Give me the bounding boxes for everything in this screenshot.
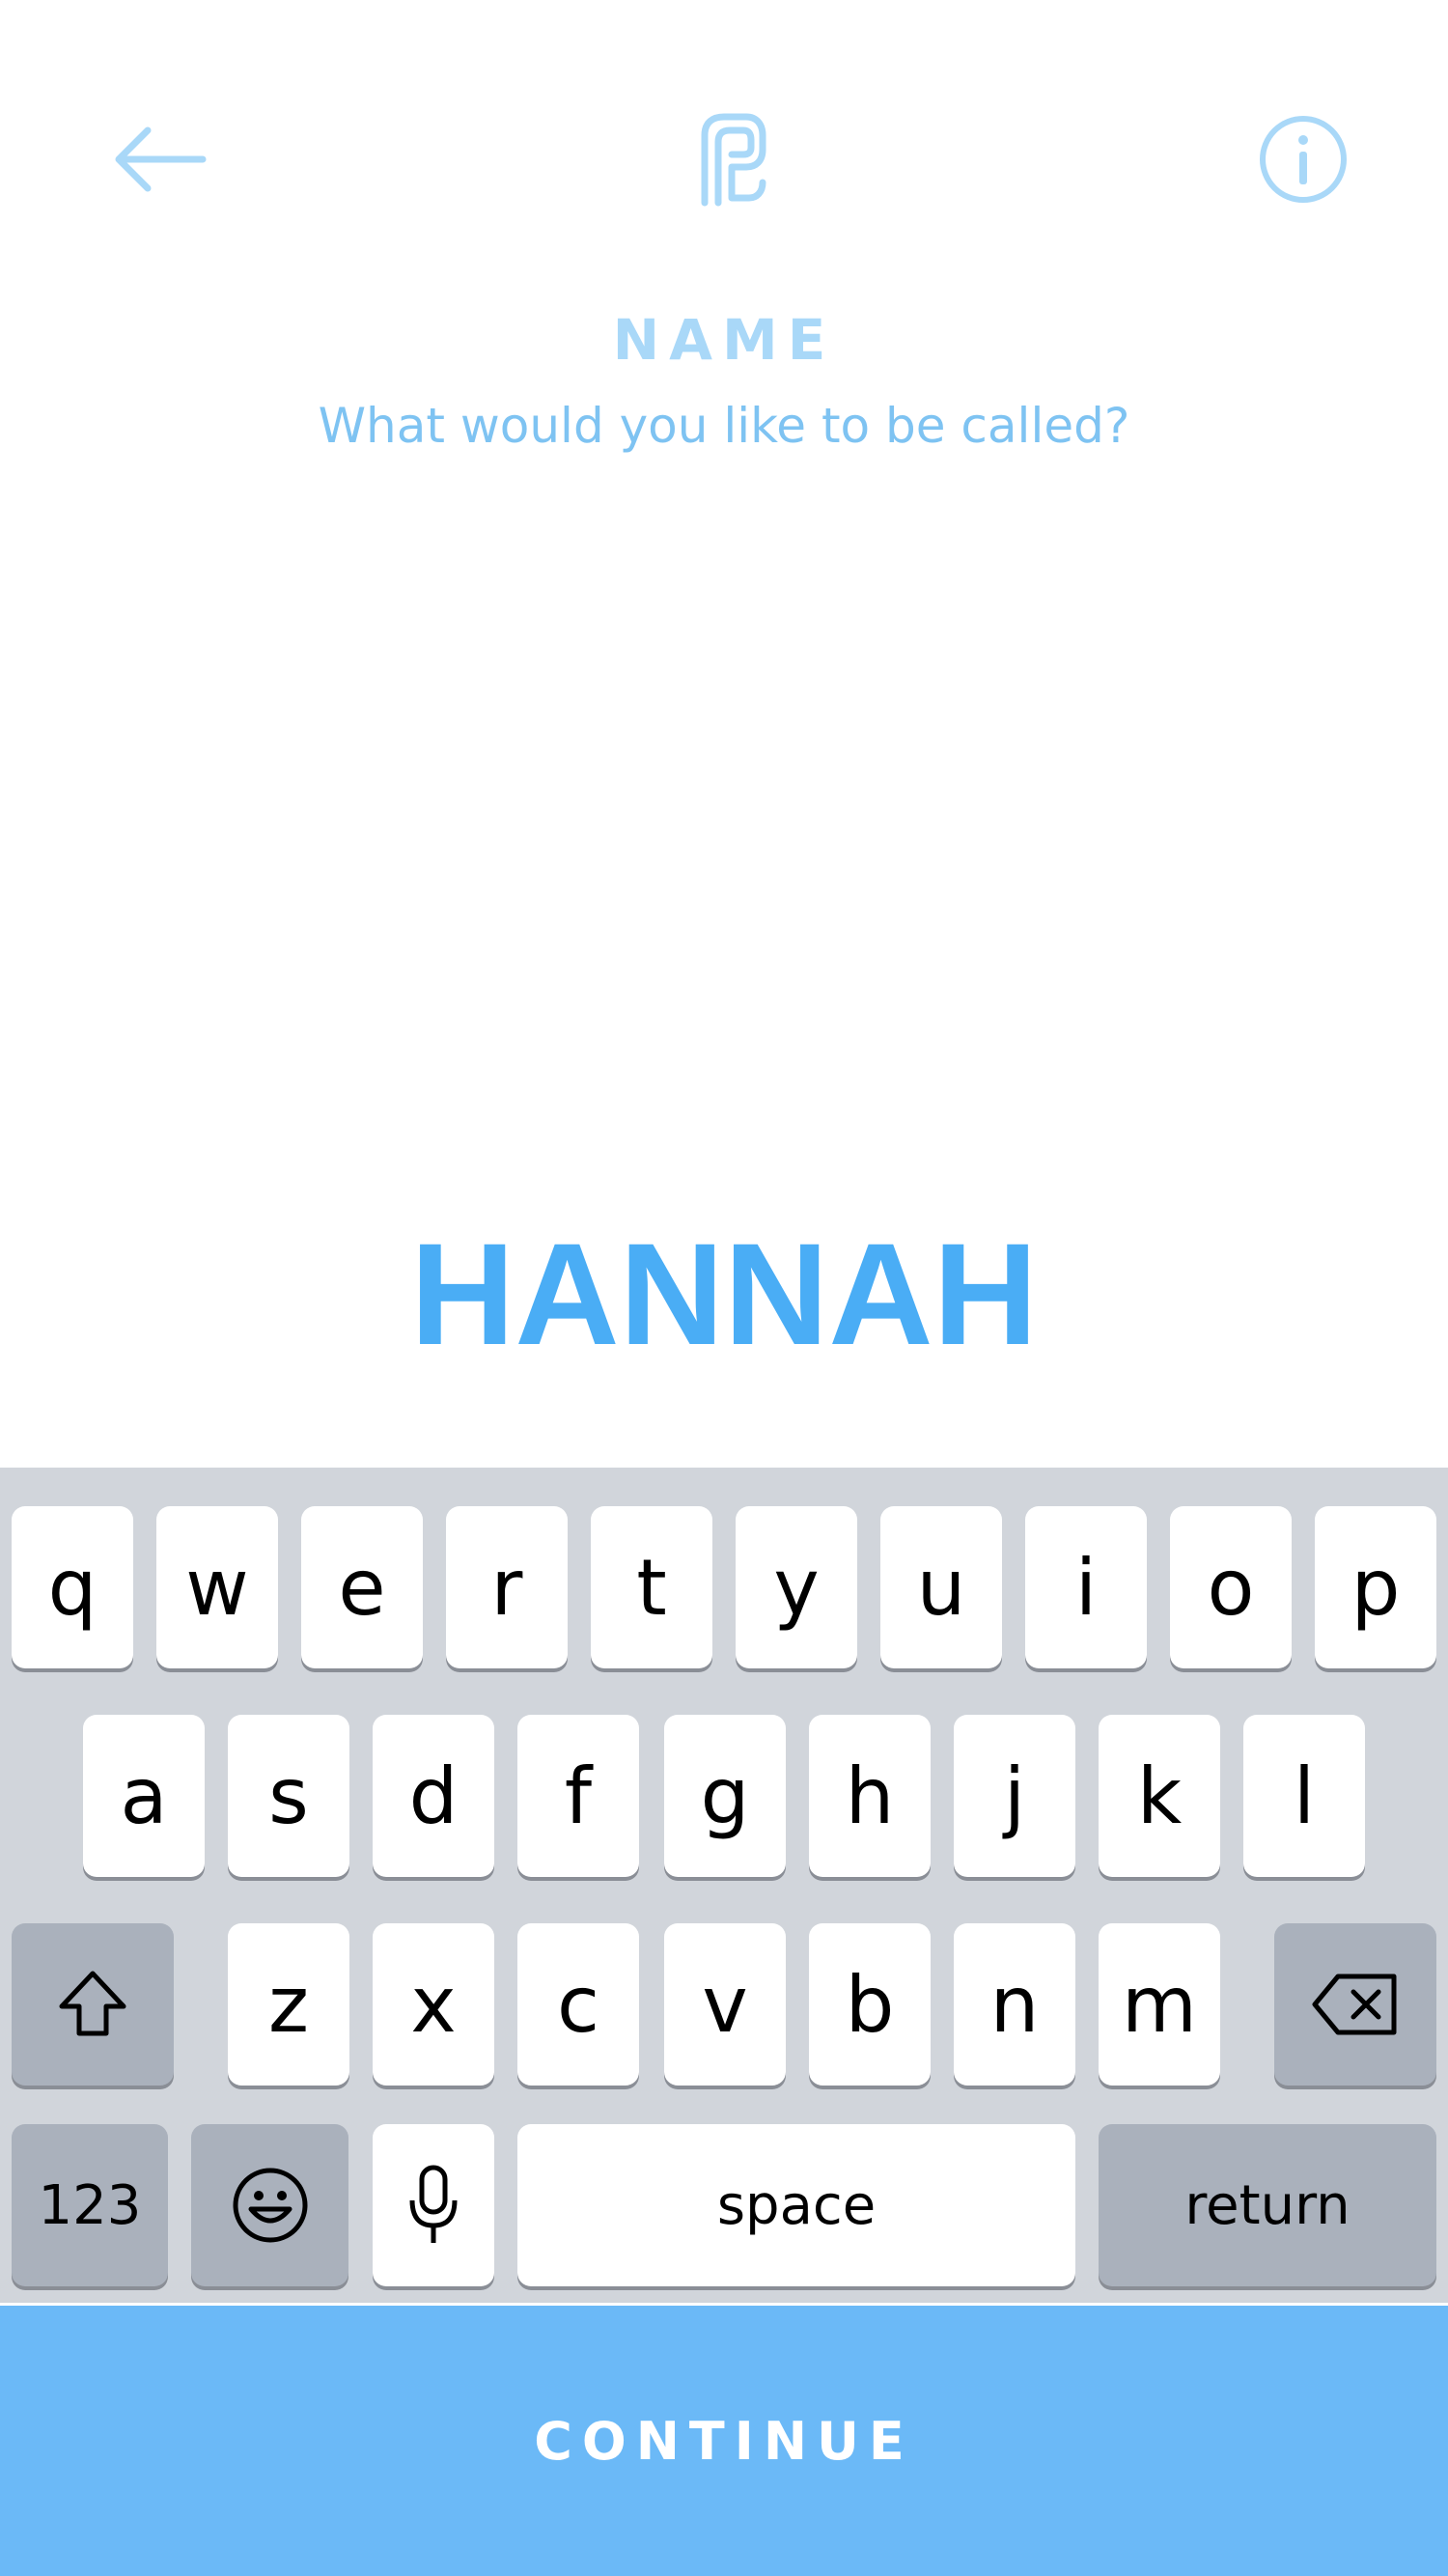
shift-arrow-icon bbox=[59, 1971, 126, 2036]
key-u[interactable]: u bbox=[880, 1506, 1002, 1668]
key-q[interactable]: q bbox=[12, 1506, 133, 1668]
on-screen-keyboard: q w e r t y u i o p a s d f g h j k l z … bbox=[0, 1468, 1448, 2303]
key-z[interactable]: z bbox=[228, 1923, 349, 2086]
key-r[interactable]: r bbox=[446, 1506, 568, 1668]
emoji-key[interactable] bbox=[191, 2124, 348, 2286]
key-f[interactable]: f bbox=[517, 1715, 639, 1877]
page-subtitle: What would you like to be called? bbox=[318, 398, 1130, 454]
return-key[interactable]: return bbox=[1099, 2124, 1436, 2286]
microphone-icon bbox=[409, 2165, 458, 2243]
key-o[interactable]: o bbox=[1170, 1506, 1292, 1668]
key-i[interactable]: i bbox=[1025, 1506, 1147, 1668]
planned-parenthood-logo-icon bbox=[701, 113, 766, 207]
app-logo bbox=[676, 106, 787, 212]
numbers-key[interactable]: 123 bbox=[12, 2124, 168, 2286]
key-d[interactable]: d bbox=[373, 1715, 494, 1877]
key-n[interactable]: n bbox=[954, 1923, 1075, 2086]
key-v[interactable]: v bbox=[664, 1923, 786, 2086]
backspace-key[interactable] bbox=[1274, 1923, 1436, 2086]
key-k[interactable]: k bbox=[1099, 1715, 1220, 1877]
page-title: NAME bbox=[612, 307, 836, 373]
key-b[interactable]: b bbox=[809, 1923, 931, 2086]
back-button[interactable] bbox=[97, 106, 222, 212]
key-l[interactable]: l bbox=[1243, 1715, 1365, 1877]
info-circle-icon bbox=[1260, 116, 1347, 203]
top-bar bbox=[0, 0, 1448, 290]
key-m[interactable]: m bbox=[1099, 1923, 1220, 2086]
key-x[interactable]: x bbox=[373, 1923, 494, 2086]
key-g[interactable]: g bbox=[664, 1715, 786, 1877]
key-w[interactable]: w bbox=[156, 1506, 278, 1668]
key-c[interactable]: c bbox=[517, 1923, 639, 2086]
backspace-icon bbox=[1312, 1974, 1397, 2035]
shift-key[interactable] bbox=[12, 1923, 174, 2086]
key-s[interactable]: s bbox=[228, 1715, 349, 1877]
key-h[interactable]: h bbox=[809, 1715, 931, 1877]
continue-button[interactable]: CONTINUE bbox=[0, 2306, 1448, 2576]
key-p[interactable]: p bbox=[1315, 1506, 1436, 1668]
key-a[interactable]: a bbox=[83, 1715, 205, 1877]
space-key[interactable]: space bbox=[517, 2124, 1075, 2286]
key-e[interactable]: e bbox=[301, 1506, 423, 1668]
info-button[interactable] bbox=[1245, 106, 1361, 212]
arrow-left-icon bbox=[115, 126, 207, 192]
continue-label: CONTINUE bbox=[534, 2410, 914, 2472]
key-j[interactable]: j bbox=[954, 1715, 1075, 1877]
microphone-key[interactable] bbox=[373, 2124, 494, 2286]
key-t[interactable]: t bbox=[591, 1506, 712, 1668]
key-y[interactable]: y bbox=[736, 1506, 857, 1668]
name-input[interactable] bbox=[0, 1212, 1448, 1376]
emoji-smiley-icon bbox=[233, 2168, 307, 2243]
